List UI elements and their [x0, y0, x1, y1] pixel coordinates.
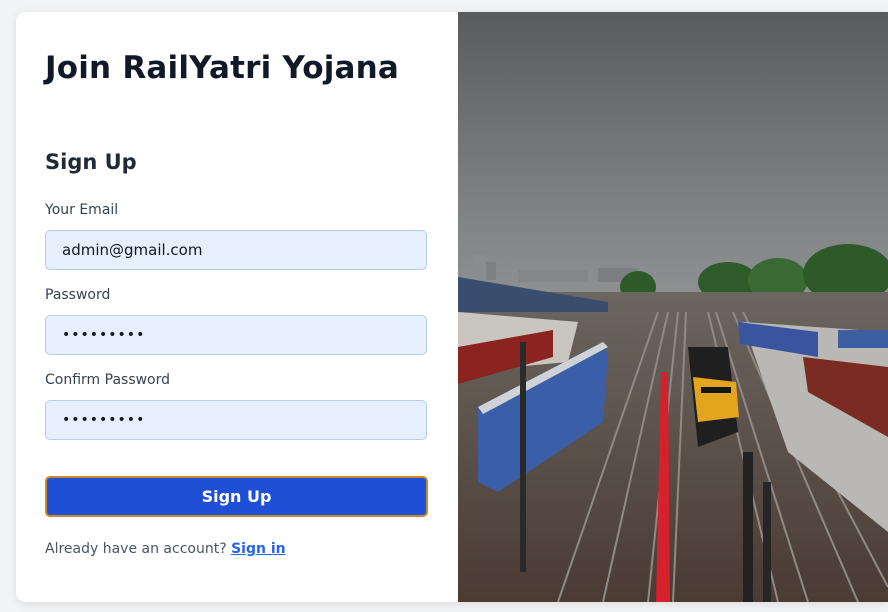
signin-prompt: Already have an account? Sign in: [45, 541, 286, 557]
confirm-password-field[interactable]: [45, 400, 427, 440]
confirm-password-label: Confirm Password: [45, 372, 171, 388]
railway-photo-illustration: [458, 12, 888, 602]
email-label: Your Email: [45, 202, 119, 218]
signin-prompt-text: Already have an account?: [45, 541, 227, 557]
password-field[interactable]: [45, 315, 427, 355]
signup-card: Join RailYatri Yojana Sign Up Your Email…: [16, 12, 888, 602]
sign-up-button[interactable]: Sign Up: [45, 476, 428, 517]
sign-in-link[interactable]: Sign in: [231, 541, 286, 557]
signup-form-panel: Join RailYatri Yojana Sign Up Your Email…: [16, 12, 458, 602]
email-field[interactable]: [45, 230, 427, 270]
password-label: Password: [45, 287, 111, 303]
form-subtitle: Sign Up: [45, 150, 137, 174]
railway-yard-photo: [458, 12, 888, 602]
page-title: Join RailYatri Yojana: [45, 50, 400, 86]
